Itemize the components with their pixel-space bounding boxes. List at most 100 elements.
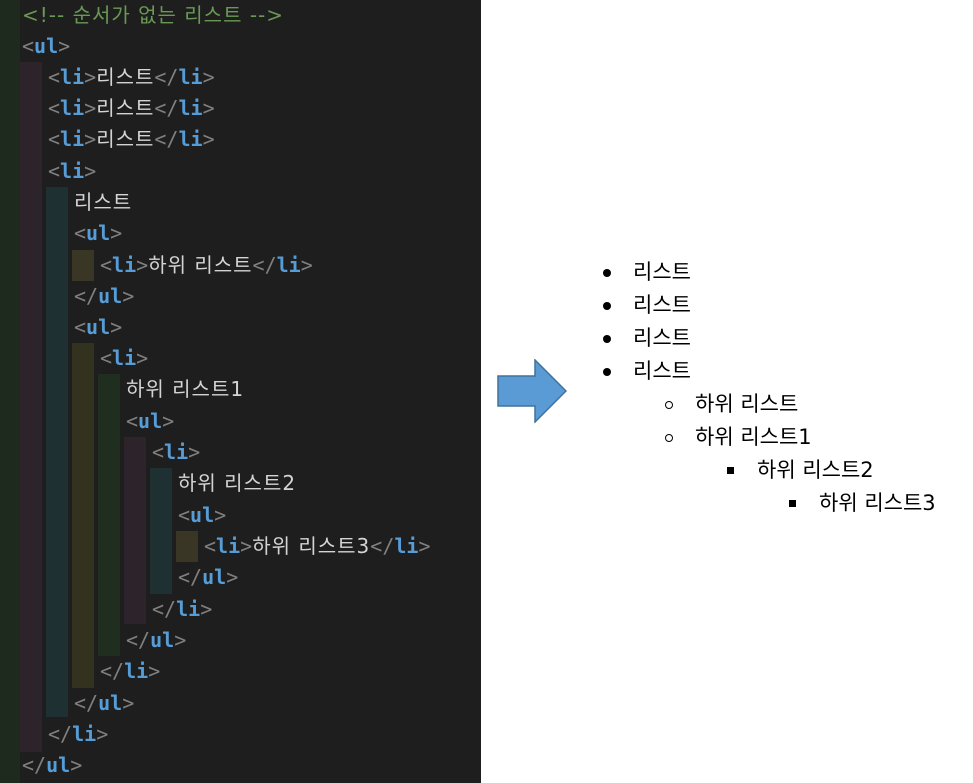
bracket-token: </ [48,722,73,746]
code-line[interactable]: 하위 리스트2 [178,468,296,499]
code-line[interactable]: <li> [48,156,96,187]
disc-bullet-icon [603,302,611,310]
tag-token: li [164,440,189,464]
bracket-token: > [188,440,201,464]
bracket-token: < [204,534,217,558]
bracket-token: > [300,253,313,277]
code-line[interactable]: <ul> [178,500,226,531]
sub-sub-list-item: 하위 리스트2 [727,454,874,487]
list-item-text: 리스트 [633,260,691,284]
bracket-token: > [84,65,97,89]
list-item: 리스트 [603,322,691,355]
code-line[interactable]: </li> [100,656,160,687]
tag-token: li [60,159,85,183]
bracket-token: < [74,315,87,339]
tag-token: li [276,253,301,277]
code-line[interactable]: </ul> [22,750,82,781]
tag-token: ul [138,409,163,433]
bracket-token: < [74,221,87,245]
code-line[interactable]: <ul> [22,31,70,62]
tag-token: li [124,659,149,683]
bracket-token: < [126,409,139,433]
bracket-token: < [100,253,113,277]
bracket-token: </ [74,284,99,308]
bracket-token: > [136,346,149,370]
circle-bullet-icon [665,401,673,409]
bracket-token: < [48,65,61,89]
list-item-text: 하위 리스트2 [757,458,874,482]
bracket-token: </ [252,253,277,277]
tag-token: li [112,346,137,370]
tag-token: li [178,127,203,151]
disc-bullet-icon [603,335,611,343]
bracket-token: > [240,534,253,558]
tag-token: li [178,96,203,120]
code-line[interactable]: </ul> [126,625,186,656]
bracket-token: </ [74,691,99,715]
bracket-token: < [48,159,61,183]
circle-bullet-icon [665,434,673,442]
comment-token: <!-- 순서가 없는 리스트 --> [22,3,285,27]
bracket-token: < [100,346,113,370]
bracket-token: </ [154,96,179,120]
text-token: 하위 리스트1 [126,377,245,401]
bracket-token: < [22,34,35,58]
tag-token: ul [190,503,215,527]
code-line[interactable]: <ul> [74,312,122,343]
code-line[interactable]: <ul> [126,406,174,437]
bracket-token: > [202,65,215,89]
tag-token: li [60,127,85,151]
code-line[interactable]: <ul> [74,218,122,249]
tag-token: ul [86,315,111,339]
code-line[interactable]: 리스트 [74,187,132,218]
right-arrow-icon [497,359,567,423]
code-line[interactable]: <li>리스트</li> [48,62,215,93]
code-editor[interactable]: <!-- 순서가 없는 리스트 --> <ul> <li>리스트</li> <l… [0,0,481,783]
bracket-token: </ [178,565,203,589]
code-line[interactable]: </ul> [74,281,134,312]
bracket-token: > [58,34,71,58]
code-line[interactable]: <!-- 순서가 없는 리스트 --> [22,0,284,31]
bracket-token: </ [154,65,179,89]
text-token: 리스트 [96,96,155,120]
code-line[interactable]: <li>리스트</li> [48,124,215,155]
tag-token: li [176,597,201,621]
code-line[interactable]: 하위 리스트1 [126,374,244,405]
code-line[interactable]: </li> [152,594,212,625]
bracket-token: > [110,315,123,339]
bracket-token: > [84,127,97,151]
sub-sub-sub-list-item: 하위 리스트3 [789,487,936,520]
code-line[interactable]: </ul> [74,688,134,719]
code-line[interactable]: <li>하위 리스트3</li> [204,531,431,562]
bracket-token: </ [126,628,151,652]
sub-list-item: 하위 리스트 [665,388,799,421]
bracket-token: > [202,127,215,151]
tag-token: li [216,534,241,558]
text-token: 리스트 [96,127,155,151]
list-item: 리스트 [603,355,691,388]
bracket-token: > [200,597,213,621]
list-item: 리스트 [603,289,691,322]
sub-list-item: 하위 리스트1 [665,421,812,454]
code-line[interactable]: <li> [152,437,200,468]
list-item-text: 하위 리스트 [695,392,799,416]
code-line[interactable]: <li> [100,343,148,374]
rendered-list-preview: 리스트 리스트 리스트 리스트 하위 리스트 하위 리스트1 하위 리스트2 하… [570,0,973,783]
bracket-token: > [162,409,175,433]
tag-token: ul [98,284,123,308]
code-line[interactable]: </ul> [178,562,238,593]
tag-token: li [178,65,203,89]
bracket-token: > [148,659,161,683]
square-bullet-icon [789,500,796,507]
code-line[interactable]: <li>리스트</li> [48,93,215,124]
bracket-token: > [226,565,239,589]
tag-token: ul [202,565,227,589]
text-token: 리스트 [74,190,133,214]
bracket-token: > [84,96,97,120]
code-line[interactable]: <li>하위 리스트</li> [100,250,313,281]
list-item-text: 하위 리스트3 [819,491,936,515]
bracket-token: > [122,691,135,715]
text-token: 리스트 [96,65,155,89]
disc-bullet-icon [603,269,611,277]
code-line[interactable]: </li> [48,719,108,750]
